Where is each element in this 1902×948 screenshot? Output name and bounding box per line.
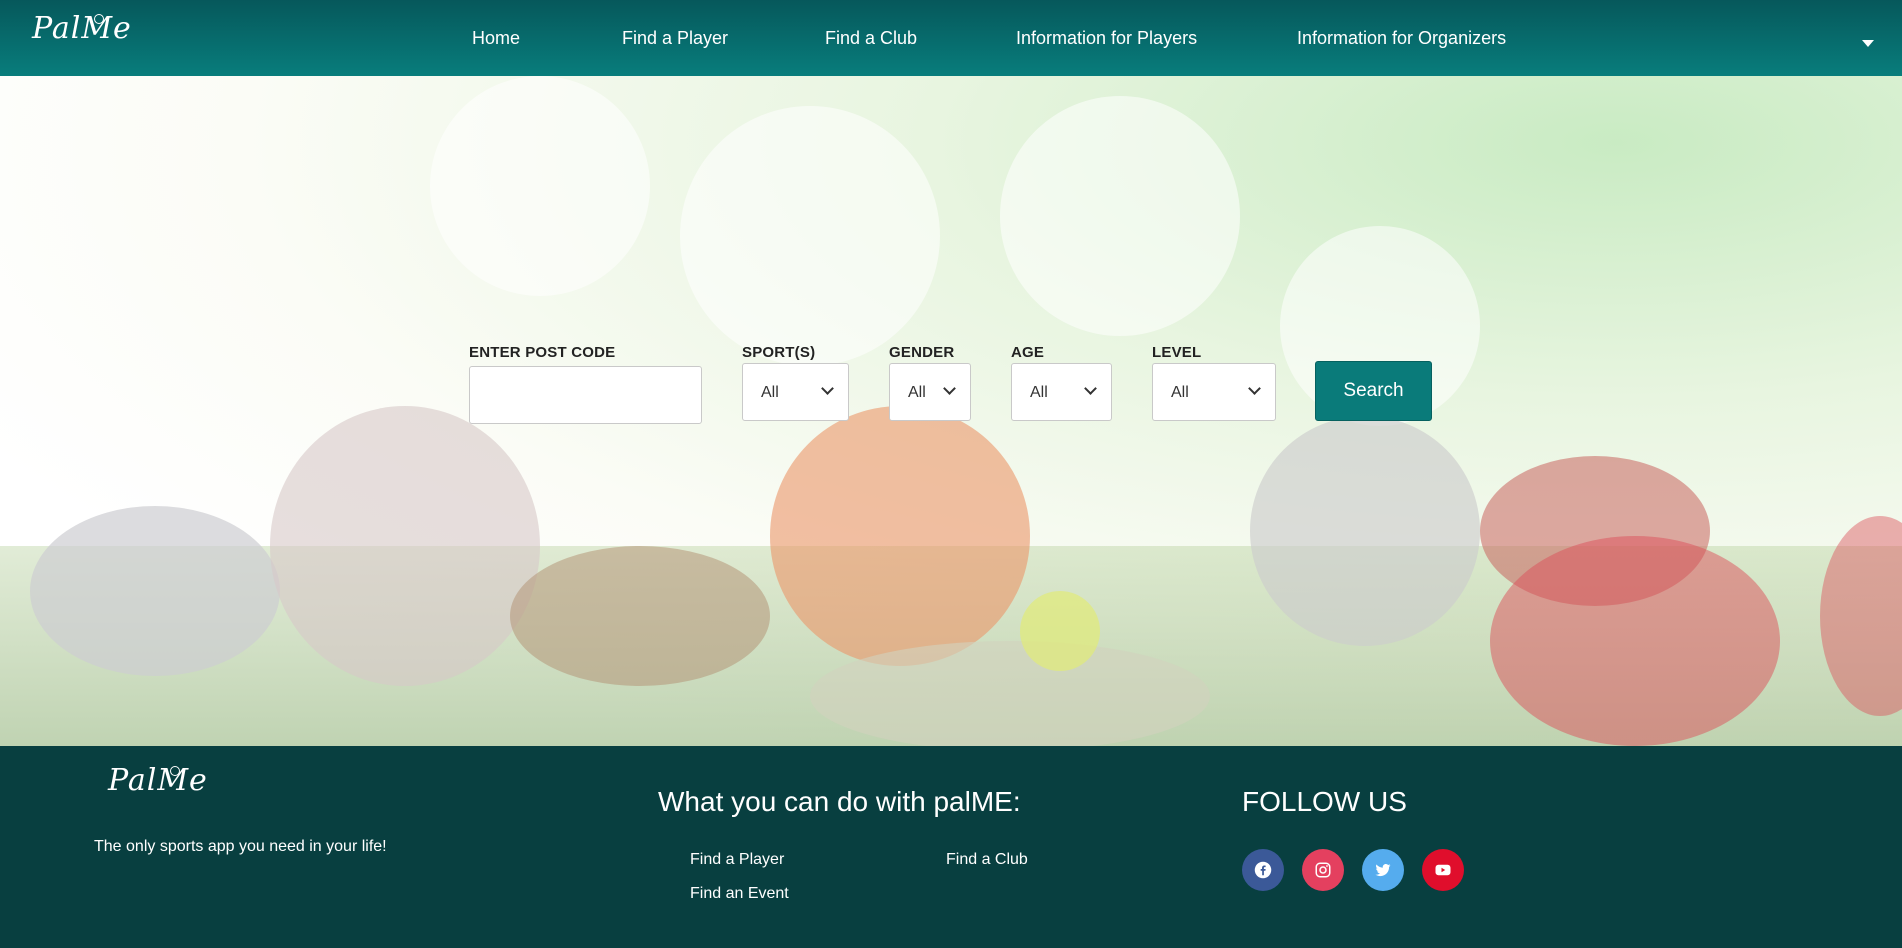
chevron-down-icon <box>821 382 834 395</box>
palme-logo[interactable]: PalMe <box>32 14 131 62</box>
gender-label: GENDER <box>889 344 955 361</box>
nav-find-player[interactable]: Find a Player <box>622 28 728 49</box>
soccer-ball-icon <box>94 14 104 24</box>
gender-select[interactable]: All <box>889 363 971 421</box>
hero-section: ENTER POST CODE SPORT(S) All GENDER All … <box>0 76 1902 746</box>
nav-info-players[interactable]: Information for Players <box>1016 28 1197 49</box>
instagram-icon[interactable] <box>1302 849 1344 891</box>
age-select[interactable]: All <box>1011 363 1112 421</box>
sport-select[interactable]: All <box>742 363 849 421</box>
footer-logo-text: PalMe <box>108 763 208 798</box>
level-select-value: All <box>1171 384 1189 401</box>
chevron-down-icon <box>1084 382 1097 395</box>
caret-down-icon[interactable] <box>1862 40 1874 47</box>
facebook-icon[interactable] <box>1242 849 1284 891</box>
chevron-down-icon <box>943 382 956 395</box>
age-select-value: All <box>1030 384 1048 401</box>
search-button[interactable]: Search <box>1315 361 1432 421</box>
gender-select-value: All <box>908 384 926 401</box>
twitter-icon[interactable] <box>1362 849 1404 891</box>
soccer-ball-icon <box>170 766 180 776</box>
follow-us-title: FOLLOW US <box>1242 786 1407 817</box>
footer-link-find-event[interactable]: Find an Event <box>690 885 789 903</box>
age-label: AGE <box>1011 344 1045 361</box>
site-header: PalMe Home Find a Player Find a Club Inf… <box>0 0 1902 76</box>
search-filters: ENTER POST CODE SPORT(S) All GENDER All … <box>0 76 1902 746</box>
footer-tagline: The only sports app you need in your lif… <box>94 838 387 855</box>
nav-find-club[interactable]: Find a Club <box>825 28 917 49</box>
level-label: LEVEL <box>1152 344 1202 361</box>
postcode-label: ENTER POST CODE <box>469 344 616 361</box>
youtube-icon[interactable] <box>1422 849 1464 891</box>
sport-label: SPORT(S) <box>742 344 816 361</box>
nav-info-organizers[interactable]: Information for Organizers <box>1297 28 1506 49</box>
footer-logo[interactable]: PalMe <box>108 766 207 814</box>
sport-select-value: All <box>761 384 779 401</box>
postcode-input[interactable] <box>469 366 702 424</box>
footer-link-find-club[interactable]: Find a Club <box>946 851 1028 869</box>
features-title: What you can do with palME: <box>658 786 1021 817</box>
chevron-down-icon <box>1248 382 1261 395</box>
nav-home[interactable]: Home <box>472 28 520 49</box>
site-footer: PalMe The only sports app you need in yo… <box>0 746 1902 948</box>
footer-link-find-player[interactable]: Find a Player <box>690 851 784 869</box>
level-select[interactable]: All <box>1152 363 1276 421</box>
logo-text: PalMe <box>32 11 132 46</box>
